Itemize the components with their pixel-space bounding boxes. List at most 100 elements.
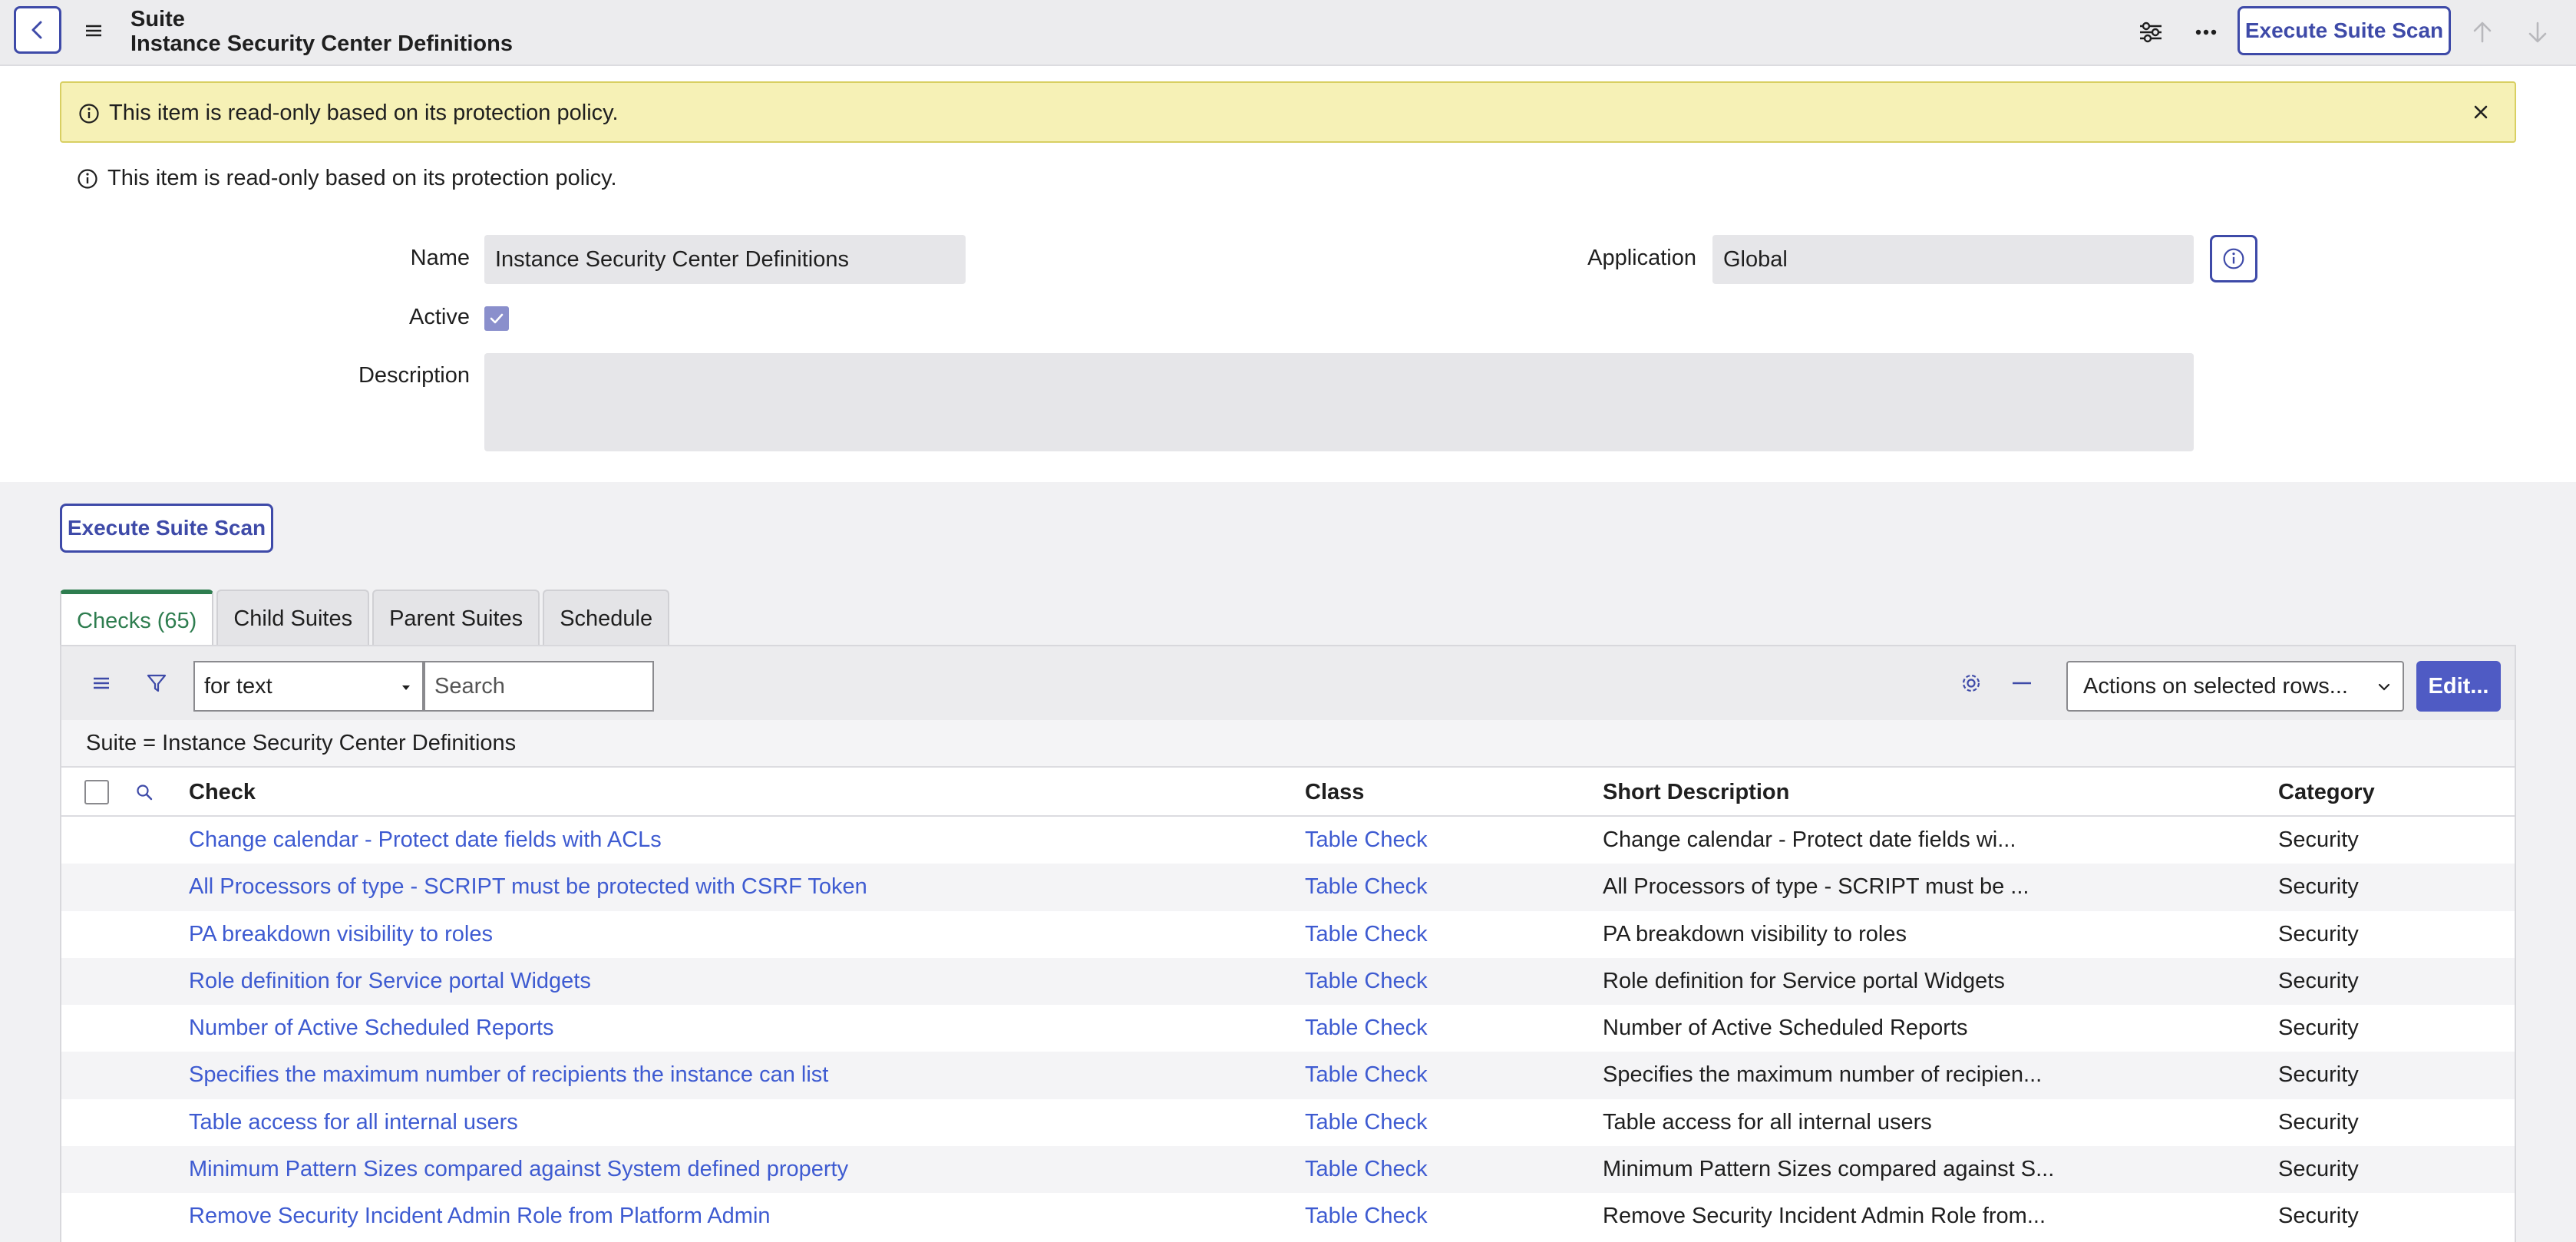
column-header-category[interactable]: Category <box>2278 780 2375 805</box>
short-description-cell: Remove Security Incident Admin Role from… <box>1603 1204 2046 1229</box>
table-row: Specifies the maximum number of recipien… <box>61 1052 2515 1099</box>
alert-message: This item is read-only based on its prot… <box>109 101 619 125</box>
tab-parent-suites[interactable]: Parent Suites <box>372 590 540 646</box>
application-label: Application <box>1587 246 1696 270</box>
collapse-list-button[interactable] <box>2006 668 2037 699</box>
check-link[interactable]: Table access for all internal users <box>189 1110 518 1135</box>
table-row: Minimum Pattern Sizes compared against S… <box>61 1146 2515 1194</box>
class-link[interactable]: Table Check <box>1305 1062 1428 1088</box>
column-header-check[interactable]: Check <box>189 780 256 805</box>
tab-child-suites[interactable]: Child Suites <box>216 590 370 646</box>
class-link[interactable]: Table Check <box>1305 969 1428 994</box>
check-link[interactable]: PA breakdown visibility to roles <box>189 922 493 947</box>
class-link[interactable]: Table Check <box>1305 922 1428 947</box>
table-body: Change calendar - Protect date fields wi… <box>61 817 2515 1240</box>
short-description-cell: Minimum Pattern Sizes compared against S… <box>1603 1157 2055 1182</box>
category-cell: Security <box>2278 1062 2359 1088</box>
column-header-short-description[interactable]: Short Description <box>1603 780 1789 805</box>
short-description-cell: All Processors of type - SCRIPT must be … <box>1603 874 2029 900</box>
table-row: All Processors of type - SCRIPT must be … <box>61 864 2515 911</box>
category-cell: Security <box>2278 827 2359 852</box>
class-link[interactable]: Table Check <box>1305 1157 1428 1182</box>
table-row: Table access for all internal users Tabl… <box>61 1098 2515 1147</box>
filter-button[interactable] <box>141 668 172 699</box>
class-link[interactable]: Table Check <box>1305 874 1428 900</box>
list-menu-button[interactable] <box>86 668 117 699</box>
search-icon <box>135 783 154 801</box>
check-link[interactable]: Specifies the maximum number of recipien… <box>189 1062 828 1088</box>
description-field[interactable] <box>484 353 2194 451</box>
sliders-icon <box>2138 21 2164 44</box>
tab-checks[interactable]: Checks (65) <box>60 590 214 648</box>
execute-suite-scan-header-button[interactable]: Execute Suite Scan <box>2237 6 2451 55</box>
more-options-button[interactable] <box>2189 15 2223 49</box>
chevron-left-icon <box>28 20 48 40</box>
category-cell: Security <box>2278 921 2359 946</box>
read-only-notice: This item is read-only based on its prot… <box>77 166 617 191</box>
filter-breadcrumb[interactable]: Suite = Instance Security Center Definit… <box>61 720 2515 768</box>
hamburger-icon <box>84 22 104 39</box>
application-info-button[interactable] <box>2210 235 2257 282</box>
column-header-class[interactable]: Class <box>1305 780 1364 805</box>
checks-list: for text Search Actions on selected rows… <box>60 645 2516 1242</box>
context-menu-button[interactable] <box>80 17 107 45</box>
form-body: This item is read-only based on its prot… <box>0 66 2576 482</box>
check-link[interactable]: Number of Active Scheduled Reports <box>189 1016 554 1041</box>
close-icon[interactable] <box>2469 100 2493 124</box>
execute-suite-scan-button[interactable]: Execute Suite Scan <box>60 504 273 553</box>
active-label: Active <box>409 305 470 329</box>
hamburger-icon <box>91 675 111 692</box>
category-cell: Security <box>2278 1016 2359 1041</box>
table-row: Remove Security Incident Admin Role from… <box>61 1193 2515 1240</box>
table-row: Role definition for Service portal Widge… <box>61 957 2515 1006</box>
class-link[interactable]: Table Check <box>1305 1204 1428 1229</box>
search-field-select[interactable]: for text <box>193 661 424 712</box>
check-link[interactable]: Minimum Pattern Sizes compared against S… <box>189 1157 848 1182</box>
record-name: Instance Security Center Definitions <box>130 31 513 56</box>
table-row: PA breakdown visibility to roles Table C… <box>61 910 2515 958</box>
select-all-checkbox[interactable] <box>84 780 109 804</box>
list-toolbar: for text Search Actions on selected rows… <box>61 646 2515 720</box>
next-record-button[interactable] <box>2521 15 2555 49</box>
class-link[interactable]: Table Check <box>1305 1016 1428 1041</box>
class-link[interactable]: Table Check <box>1305 827 1428 853</box>
short-description-cell: Role definition for Service portal Widge… <box>1603 968 2005 993</box>
related-list-tabs: Checks (65) Child Suites Parent Suites S… <box>60 590 670 648</box>
actions-select-value: Actions on selected rows... <box>2083 673 2348 699</box>
check-link[interactable]: All Processors of type - SCRIPT must be … <box>189 874 867 900</box>
tab-schedule[interactable]: Schedule <box>543 590 670 646</box>
description-label: Description <box>358 363 470 388</box>
table-row: Number of Active Scheduled Reports Table… <box>61 1005 2515 1052</box>
active-checkbox[interactable] <box>484 306 509 331</box>
search-field-value: for text <box>204 673 272 699</box>
name-field[interactable]: Instance Security Center Definitions <box>484 235 966 284</box>
check-link[interactable]: Role definition for Service portal Widge… <box>189 969 591 994</box>
column-search-button[interactable] <box>132 780 157 804</box>
caret-down-icon <box>401 684 411 692</box>
table-row: Change calendar - Protect date fields wi… <box>61 817 2515 864</box>
category-cell: Security <box>2278 1157 2359 1182</box>
search-input[interactable]: Search <box>424 661 654 712</box>
info-icon <box>77 168 98 190</box>
edit-button[interactable]: Edit... <box>2416 661 2501 712</box>
personalize-form-button[interactable] <box>2134 15 2168 49</box>
chevron-down-icon <box>2376 679 2392 695</box>
short-description-cell: Specifies the maximum number of recipien… <box>1603 1062 2043 1088</box>
check-link[interactable]: Change calendar - Protect date fields wi… <box>189 827 662 853</box>
name-label: Name <box>410 246 470 270</box>
class-link[interactable]: Table Check <box>1305 1110 1428 1135</box>
notice-message: This item is read-only based on its prot… <box>107 166 617 190</box>
actions-select[interactable]: Actions on selected rows... <box>2066 661 2404 712</box>
category-cell: Security <box>2278 874 2359 900</box>
previous-record-button[interactable] <box>2465 15 2499 49</box>
application-field[interactable]: Global <box>1712 235 2194 284</box>
info-icon <box>78 103 100 124</box>
table-header: Check Class Short Description Category <box>61 768 2515 817</box>
list-settings-button[interactable] <box>1956 668 1986 699</box>
short-description-cell: Number of Active Scheduled Reports <box>1603 1016 1968 1041</box>
record-type: Suite <box>130 7 185 31</box>
check-link[interactable]: Remove Security Incident Admin Role from… <box>189 1204 771 1229</box>
back-button[interactable] <box>14 6 61 54</box>
filter-icon <box>146 672 167 694</box>
read-only-alert: This item is read-only based on its prot… <box>60 81 2516 143</box>
